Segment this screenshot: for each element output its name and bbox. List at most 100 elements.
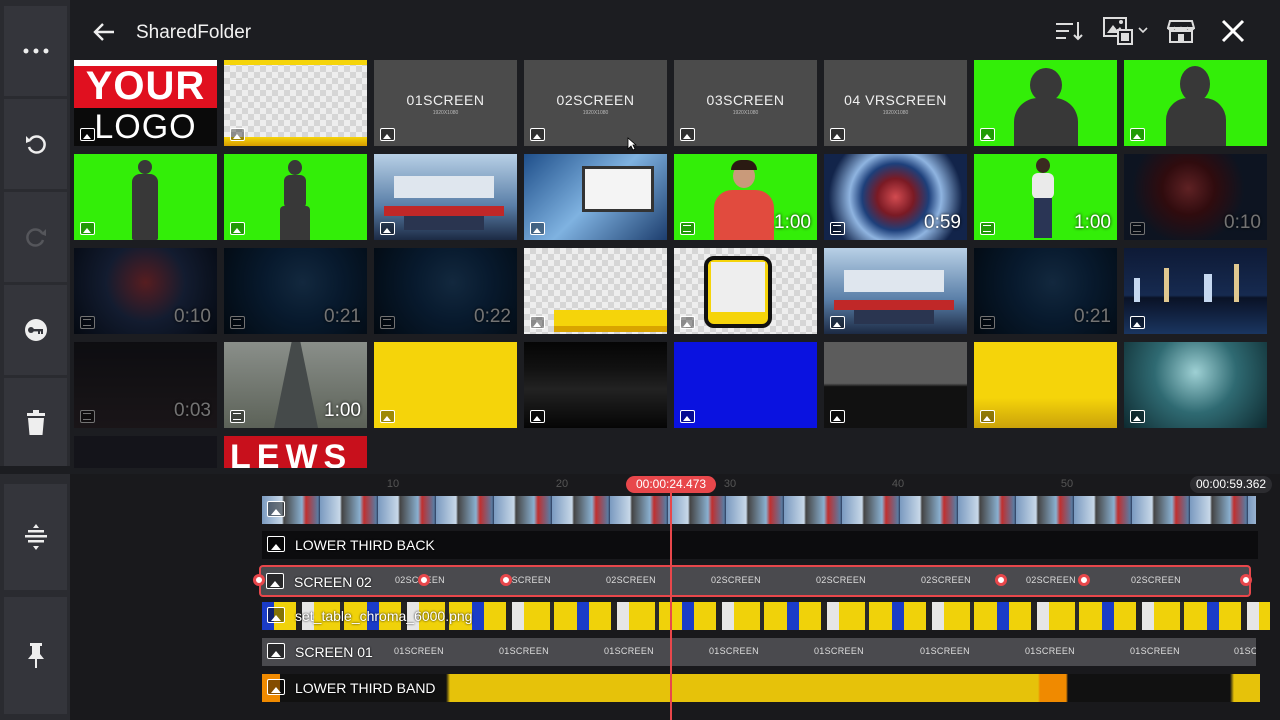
image-badge-icon: [530, 128, 545, 141]
video-duration: 0:10: [174, 306, 211, 327]
pin-button[interactable]: [4, 597, 67, 714]
video-badge-icon: [1130, 222, 1145, 235]
more-icon: [23, 48, 48, 54]
media-tile-green-silhouette-man[interactable]: [974, 60, 1117, 146]
video-duration: 1:00: [774, 212, 811, 233]
video-duration: 1:00: [324, 400, 361, 421]
split-track-button[interactable]: [4, 484, 67, 590]
video-badge-icon: [980, 316, 995, 329]
track-screen-02[interactable]: SCREEN 02 02SCREEN 02SCREEN 02SCREEN 02S…: [259, 565, 1251, 597]
media-tile-green-standing-man[interactable]: [74, 154, 217, 240]
image-track-icon: [266, 573, 284, 589]
video-badge-icon: [830, 222, 845, 235]
image-badge-icon: [80, 128, 95, 141]
media-tile-city-night[interactable]: [1124, 248, 1267, 334]
close-icon[interactable]: [1220, 16, 1246, 46]
media-tile-your-logo[interactable]: YOUR LOGO: [74, 60, 217, 146]
video-badge-icon: [230, 410, 245, 423]
media-tile-dim-globe[interactable]: 0:10: [1124, 154, 1267, 240]
media-tile-gray-black[interactable]: [824, 342, 967, 428]
image-badge-icon: [1130, 410, 1145, 423]
left-toolbar: [0, 0, 70, 720]
media-tile-partial-dark[interactable]: [74, 436, 217, 468]
ruler-tick: 20: [555, 478, 569, 490]
media-tile-green-standing-woman[interactable]: [224, 154, 367, 240]
media-tile-yellow-gradient[interactable]: [974, 342, 1117, 428]
media-tile-blue[interactable]: [674, 342, 817, 428]
media-tile-green-silhouette-woman[interactable]: [1124, 60, 1267, 146]
keyframe-marker[interactable]: [1240, 574, 1252, 586]
media-tile-globe-d[interactable]: 0:21: [974, 248, 1117, 334]
mouse-cursor-icon: [627, 137, 637, 151]
more-button[interactable]: [4, 6, 67, 96]
store-icon: [1167, 20, 1195, 43]
image-badge-icon: [380, 128, 395, 141]
image-badge-icon: [980, 410, 995, 423]
media-tile-green-standing-presenter[interactable]: 1:00: [974, 154, 1117, 240]
screen-caption: 01SCREEN: [406, 92, 485, 108]
media-type-filter-button[interactable]: [1100, 16, 1152, 46]
sort-button[interactable]: [1054, 16, 1084, 46]
total-duration: 00:00:59.362: [1190, 476, 1273, 493]
ruler-tick: 10: [386, 478, 400, 490]
delete-button[interactable]: [4, 378, 67, 468]
media-tile-yellow-band[interactable]: [224, 60, 367, 146]
track-lower-third-band[interactable]: LOWER THIRD BAND: [262, 674, 1260, 702]
ruler-tick: 30: [723, 478, 737, 490]
media-tile-partial-news[interactable]: LEWS: [224, 436, 367, 468]
media-tile-globe-a[interactable]: 0:10: [74, 248, 217, 334]
video-duration: 0:22: [474, 306, 511, 327]
folder-title: SharedFolder: [136, 22, 252, 43]
keyframe-marker[interactable]: [995, 574, 1007, 586]
asset-store-button[interactable]: [1166, 16, 1196, 46]
track-label: SCREEN 02: [294, 574, 372, 590]
track-set-table-chroma[interactable]: set_table_chroma_6000.png: [262, 602, 1270, 630]
keyframe-marker[interactable]: [418, 574, 430, 586]
toolbar-divider: [0, 466, 70, 474]
media-tile-lower-third-yellow[interactable]: [524, 248, 667, 334]
keyframe-button[interactable]: [4, 285, 67, 375]
image-badge-icon: [980, 128, 995, 141]
image-track-icon: [267, 679, 285, 695]
video-badge-icon: [680, 222, 695, 235]
image-badge-icon: [1130, 128, 1145, 141]
video-duration: 0:59: [924, 212, 961, 233]
track-video-strip[interactable]: [262, 496, 1256, 524]
media-tile-news-studio-set-2[interactable]: [824, 248, 967, 334]
playhead-time[interactable]: 00:00:24.473: [626, 476, 717, 493]
media-tile-globe-b[interactable]: 0:21: [224, 248, 367, 334]
timeline-ruler[interactable]: 10 20 30 40 50: [262, 474, 1272, 494]
video-badge-icon: [80, 316, 95, 329]
redo-button[interactable]: [4, 192, 67, 282]
image-badge-icon: [230, 128, 245, 141]
app-root: SharedFolder YOUR LOGO 01SCREEN 1920X108…: [0, 0, 1280, 720]
back-arrow-icon[interactable]: [90, 18, 118, 46]
undo-button[interactable]: [4, 99, 67, 189]
media-tile-yellow-frame[interactable]: [674, 248, 817, 334]
media-tile-black-gradient[interactable]: [524, 342, 667, 428]
media-tile-anchor-red[interactable]: 1:00: [674, 154, 817, 240]
media-tile-02screen[interactable]: 02SCREEN 1920X1080: [524, 60, 667, 146]
track-screen-01[interactable]: SCREEN 01 01SCREEN 01SCREEN 01SCREEN 01S…: [262, 638, 1256, 666]
keyframe-marker[interactable]: [253, 574, 265, 586]
track-lower-third-back[interactable]: LOWER THIRD BACK: [262, 531, 1258, 559]
keyframe-marker[interactable]: [1078, 574, 1090, 586]
playhead-line[interactable]: [670, 492, 672, 720]
video-duration: 0:21: [324, 306, 361, 327]
keyframe-marker[interactable]: [500, 574, 512, 586]
media-tile-04vrscreen[interactable]: 04 VRSCREEN 1920X1080: [824, 60, 967, 146]
media-tile-studio-screen[interactable]: [524, 154, 667, 240]
ruler-tick: 40: [891, 478, 905, 490]
media-tile-globe-c[interactable]: 0:22: [374, 248, 517, 334]
media-tile-news-studio-set[interactable]: [374, 154, 517, 240]
media-tile-yellow[interactable]: [374, 342, 517, 428]
media-tile-01screen[interactable]: 01SCREEN 1920X1080: [374, 60, 517, 146]
media-tile-highway[interactable]: 1:00: [224, 342, 367, 428]
media-tile-03screen[interactable]: 03SCREEN 1920X1080: [674, 60, 817, 146]
track-label: set_table_chroma_6000.png: [295, 608, 473, 624]
media-tile-teal-crowd[interactable]: [1124, 342, 1267, 428]
media-tile-street-night[interactable]: 0:03: [74, 342, 217, 428]
image-badge-icon: [680, 128, 695, 141]
media-tile-news-globe[interactable]: 0:59: [824, 154, 967, 240]
image-badge-icon: [680, 316, 695, 329]
